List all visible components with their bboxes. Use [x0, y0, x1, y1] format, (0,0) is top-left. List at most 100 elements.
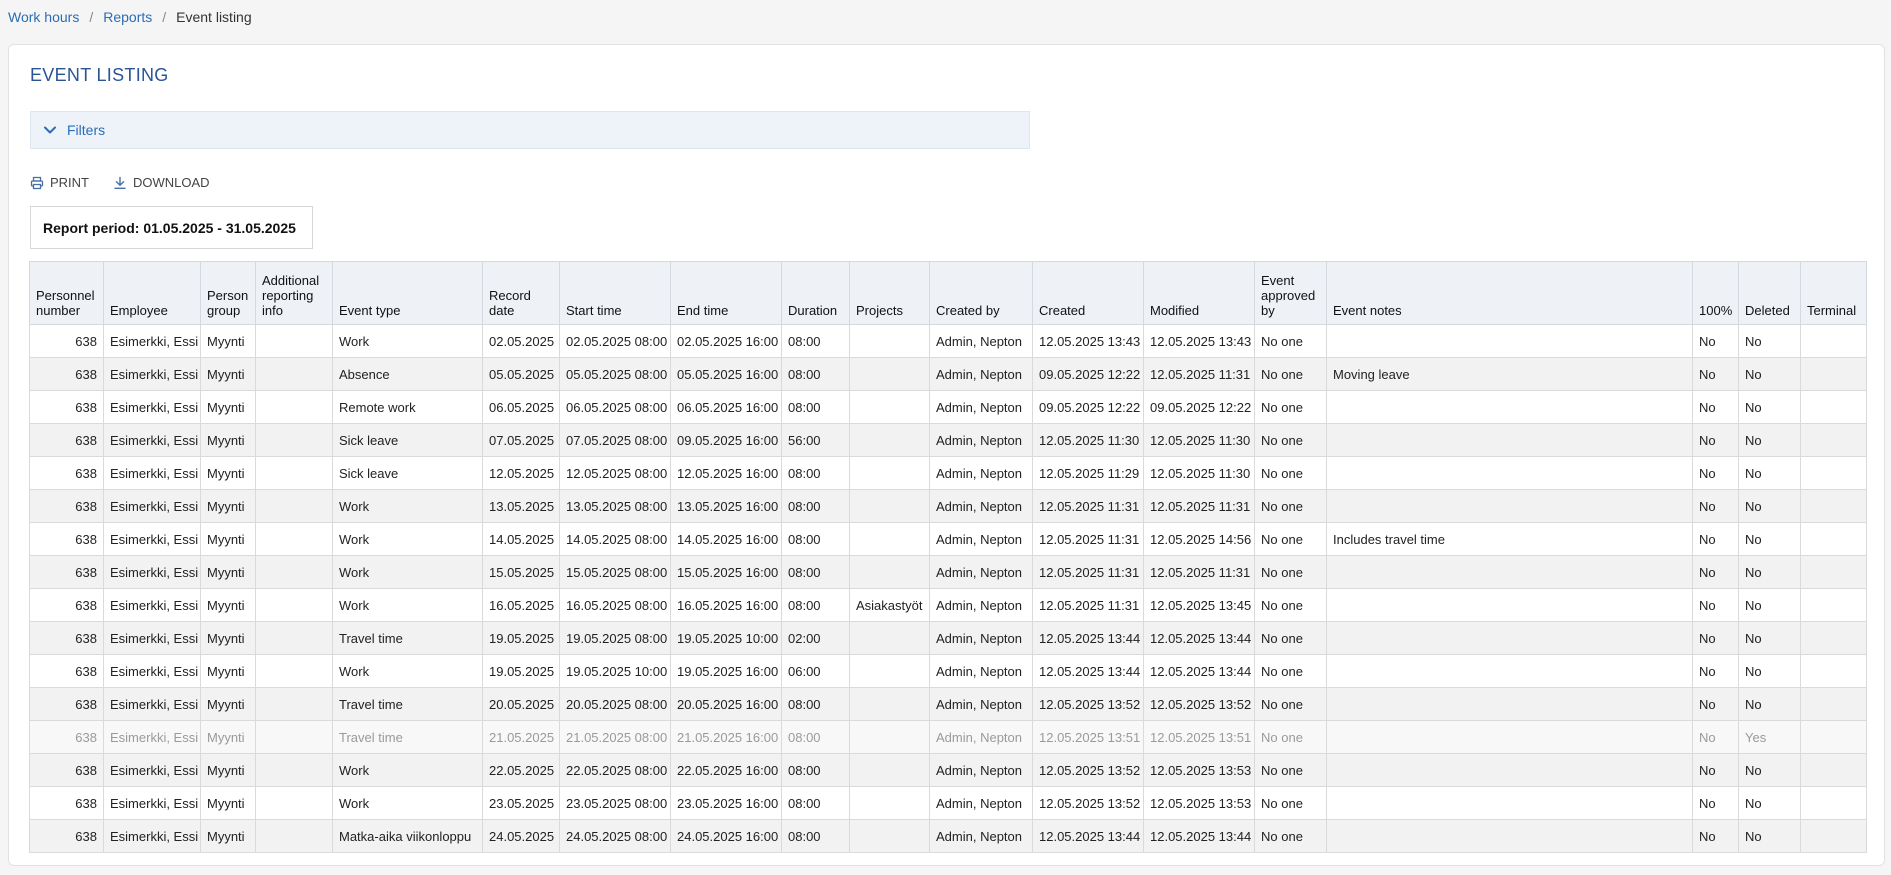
cell-created: 12.05.2025 13:43 [1032, 324, 1144, 358]
cell-appr: No one [1254, 786, 1327, 820]
table-row: 638 Esimerkki, Essi Myynti Travel time 21.05… [29, 720, 1867, 754]
report-actions: PRINT DOWNLOAD [30, 175, 234, 190]
filters-toggle[interactable]: Filters [30, 111, 1030, 149]
cell-term [1800, 753, 1867, 787]
cell-emp: Esimerkki, Essi [103, 621, 201, 655]
cell-rec: 19.05.2025 [482, 654, 560, 688]
cell-created: 12.05.2025 11:31 [1032, 588, 1144, 622]
cell-cby: Admin, Nepton [929, 621, 1033, 655]
column-header-mod: Modified [1143, 261, 1255, 325]
cell-info [255, 588, 333, 622]
breadcrumb: Work hours / Reports / Event listing [8, 9, 252, 25]
cell-pn: 638 [29, 654, 104, 688]
cell-end: 22.05.2025 16:00 [670, 753, 782, 787]
cell-info [255, 621, 333, 655]
cell-pct: No [1692, 555, 1739, 589]
cell-dur: 08:00 [781, 753, 850, 787]
cell-proj [849, 786, 930, 820]
cell-proj [849, 654, 930, 688]
cell-cby: Admin, Nepton [929, 324, 1033, 358]
cell-start: 06.05.2025 08:00 [559, 390, 671, 424]
cell-mod: 12.05.2025 11:30 [1143, 423, 1255, 457]
cell-info [255, 654, 333, 688]
cell-emp: Esimerkki, Essi [103, 819, 201, 853]
cell-pn: 638 [29, 324, 104, 358]
cell-rec: 20.05.2025 [482, 687, 560, 721]
cell-end: 19.05.2025 16:00 [670, 654, 782, 688]
cell-cby: Admin, Nepton [929, 819, 1033, 853]
cell-proj [849, 753, 930, 787]
column-header-appr: Event approved by [1254, 261, 1327, 325]
cell-dur: 08:00 [781, 489, 850, 523]
cell-info [255, 390, 333, 424]
cell-proj [849, 555, 930, 589]
chevron-down-icon [44, 126, 56, 134]
cell-mod: 12.05.2025 13:44 [1143, 654, 1255, 688]
cell-appr: No one [1254, 456, 1327, 490]
cell-grp: Myynti [200, 489, 256, 523]
download-button[interactable]: DOWNLOAD [113, 175, 210, 190]
table-row: 638 Esimerkki, Essi Myynti Matka-aika viiko… [29, 819, 1867, 853]
cell-pct: No [1692, 456, 1739, 490]
table-body: 638 Esimerkki, Essi Myynti Work 02.05.2025 02… [29, 324, 1867, 853]
cell-pct: No [1692, 489, 1739, 523]
cell-end: 13.05.2025 16:00 [670, 489, 782, 523]
cell-grp: Myynti [200, 621, 256, 655]
cell-emp: Esimerkki, Essi [103, 786, 201, 820]
cell-start: 13.05.2025 08:00 [559, 489, 671, 523]
breadcrumb-separator: / [89, 9, 94, 25]
cell-info [255, 357, 333, 391]
cell-end: 20.05.2025 16:00 [670, 687, 782, 721]
cell-mod: 09.05.2025 12:22 [1143, 390, 1255, 424]
cell-appr: No one [1254, 423, 1327, 457]
cell-emp: Esimerkki, Essi [103, 654, 201, 688]
cell-type: Work [332, 753, 483, 787]
cell-dur: 08:00 [781, 324, 850, 358]
cell-rec: 13.05.2025 [482, 489, 560, 523]
cell-grp: Myynti [200, 687, 256, 721]
table-row: 638 Esimerkki, Essi Myynti Sick leave 12.05.… [29, 456, 1867, 490]
cell-rec: 02.05.2025 [482, 324, 560, 358]
cell-appr: No one [1254, 324, 1327, 358]
breadcrumb-reports-link[interactable]: Reports [103, 9, 152, 25]
cell-pn: 638 [29, 357, 104, 391]
cell-created: 12.05.2025 13:52 [1032, 753, 1144, 787]
cell-proj [849, 819, 930, 853]
cell-grp: Myynti [200, 522, 256, 556]
cell-pct: No [1692, 357, 1739, 391]
cell-appr: No one [1254, 819, 1327, 853]
column-header-type: Event type [332, 261, 483, 325]
cell-start: 22.05.2025 08:00 [559, 753, 671, 787]
cell-grp: Myynti [200, 819, 256, 853]
cell-dur: 02:00 [781, 621, 850, 655]
column-header-rec: Record date [482, 261, 560, 325]
cell-rec: 19.05.2025 [482, 621, 560, 655]
cell-end: 05.05.2025 16:00 [670, 357, 782, 391]
cell-grp: Myynti [200, 390, 256, 424]
column-header-pn: Personnel number [29, 261, 104, 325]
print-button[interactable]: PRINT [30, 175, 89, 190]
cell-pn: 638 [29, 456, 104, 490]
cell-mod: 12.05.2025 11:31 [1143, 555, 1255, 589]
column-header-start: Start time [559, 261, 671, 325]
cell-grp: Myynti [200, 720, 256, 754]
cell-proj [849, 621, 930, 655]
breadcrumb-work-hours-link[interactable]: Work hours [8, 9, 79, 25]
cell-mod: 12.05.2025 13:44 [1143, 621, 1255, 655]
cell-notes: Includes travel time [1326, 522, 1693, 556]
cell-created: 12.05.2025 13:44 [1032, 621, 1144, 655]
cell-rec: 21.05.2025 [482, 720, 560, 754]
cell-start: 16.05.2025 08:00 [559, 588, 671, 622]
cell-end: 09.05.2025 16:00 [670, 423, 782, 457]
cell-proj [849, 423, 930, 457]
cell-rec: 05.05.2025 [482, 357, 560, 391]
cell-cby: Admin, Nepton [929, 588, 1033, 622]
cell-info [255, 324, 333, 358]
cell-term [1800, 522, 1867, 556]
table-row: 638 Esimerkki, Essi Myynti Travel time 19.05… [29, 621, 1867, 655]
cell-del: No [1738, 588, 1801, 622]
cell-mod: 12.05.2025 11:31 [1143, 489, 1255, 523]
cell-proj [849, 522, 930, 556]
cell-emp: Esimerkki, Essi [103, 456, 201, 490]
cell-created: 12.05.2025 13:44 [1032, 654, 1144, 688]
